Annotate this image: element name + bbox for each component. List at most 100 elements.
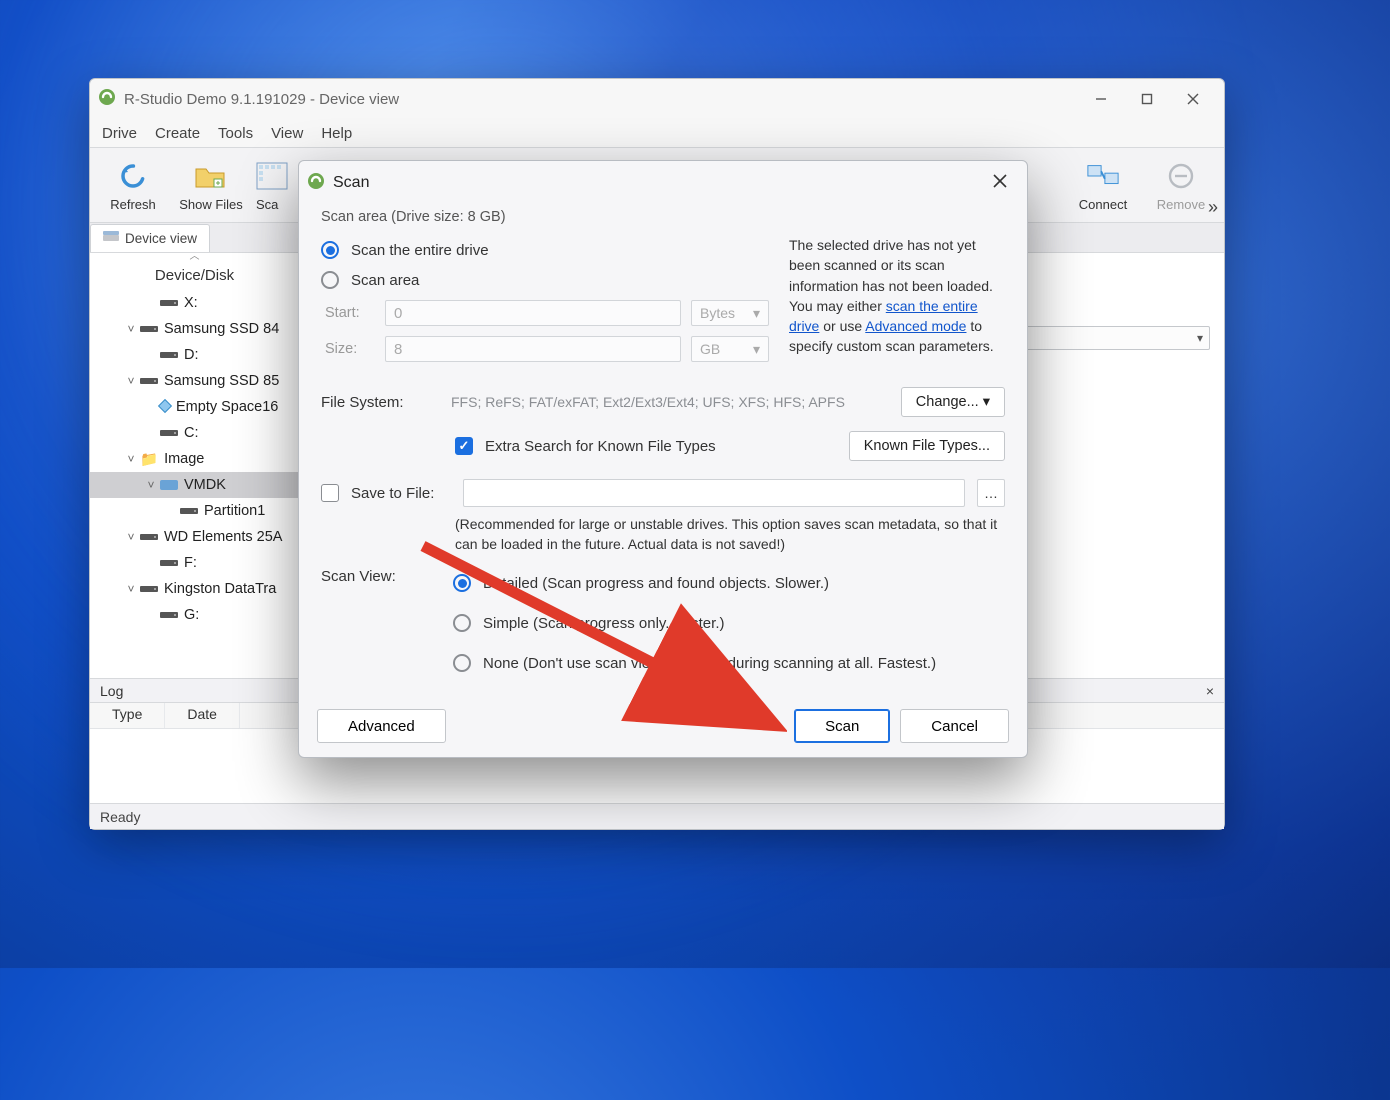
- start-unit-select[interactable]: Bytes▾: [691, 300, 769, 326]
- start-input[interactable]: 0: [385, 300, 681, 326]
- remove-icon: [1164, 159, 1198, 193]
- tree-row-label: Samsung SSD 84: [164, 321, 279, 337]
- radio-scanview-none-label: None (Don't use scan view progress durin…: [483, 655, 936, 672]
- size-input[interactable]: 8: [385, 336, 681, 362]
- tree-row[interactable]: ˅📁Image: [90, 446, 299, 472]
- log-close-button[interactable]: ×: [1206, 683, 1214, 699]
- checkbox-extra-search[interactable]: [455, 437, 473, 455]
- titlebar: R-Studio Demo 9.1.191029 - Device view: [90, 79, 1224, 119]
- tree-scroll-up[interactable]: ︿: [90, 253, 299, 261]
- menu-help[interactable]: Help: [321, 125, 352, 142]
- change-filesystem-button[interactable]: Change... ▾: [901, 387, 1005, 417]
- cancel-button[interactable]: Cancel: [900, 709, 1009, 743]
- tree-row[interactable]: ˅Samsung SSD 85: [90, 368, 299, 394]
- drive-icon: [140, 323, 158, 335]
- scan-view-label: Scan View:: [321, 568, 441, 585]
- radio-scan-entire[interactable]: [321, 241, 339, 259]
- tree-row-label: D:: [184, 347, 199, 363]
- save-to-file-label: Save to File:: [351, 485, 451, 502]
- app-icon: [98, 88, 116, 111]
- drive-icon: [160, 297, 178, 309]
- dialog-close-button[interactable]: [983, 170, 1017, 197]
- device-view-icon: [103, 231, 119, 246]
- folder-icon: 📁: [140, 451, 158, 468]
- menu-tools[interactable]: Tools: [218, 125, 253, 142]
- filesystem-value: FFS; ReFS; FAT/exFAT; Ext2/Ext3/Ext4; UF…: [451, 394, 891, 410]
- size-unit-select[interactable]: GB ▾: [691, 336, 769, 362]
- save-file-input[interactable]: [463, 479, 965, 507]
- tree-row[interactable]: ˅VMDK: [90, 472, 299, 498]
- menu-drive[interactable]: Drive: [102, 125, 137, 142]
- tree-header: Device/Disk: [90, 261, 299, 290]
- radio-scan-entire-label: Scan the entire drive: [351, 242, 489, 259]
- radio-scanview-none[interactable]: [453, 654, 471, 672]
- drive-icon: [140, 531, 158, 543]
- radio-scanview-simple-label: Simple (Scan progress only. Faster.): [483, 615, 724, 632]
- tree-row[interactable]: X:: [90, 290, 299, 316]
- scan-info-text: The selected drive has not yet been scan…: [789, 235, 1005, 367]
- advanced-button[interactable]: Advanced: [317, 709, 446, 743]
- start-unit-value: Bytes: [700, 305, 735, 321]
- menu-create[interactable]: Create: [155, 125, 200, 142]
- known-file-types-button[interactable]: Known File Types...: [849, 431, 1005, 461]
- tree-row-label: Image: [164, 451, 204, 467]
- size-unit-value: GB: [700, 341, 720, 357]
- device-tree[interactable]: X: ˅Samsung SSD 84 D: ˅Samsung SSD 85 Empty …: [90, 290, 299, 628]
- tree-row[interactable]: ˅Samsung SSD 84: [90, 316, 299, 342]
- toolbar-show-files[interactable]: Show Files: [172, 150, 250, 220]
- radio-scan-area[interactable]: [321, 271, 339, 289]
- menubar: Drive Create Tools View Help: [90, 119, 1224, 147]
- toolbar-scan[interactable]: Sca: [250, 150, 290, 220]
- checkbox-extra-search-label: Extra Search for Known File Types: [485, 438, 716, 455]
- log-col-type[interactable]: Type: [90, 703, 165, 728]
- toolbar-overflow[interactable]: »: [1208, 197, 1218, 218]
- tab-device-view[interactable]: Device view: [90, 224, 210, 252]
- folder-open-icon: [194, 159, 228, 193]
- scan-dialog: Scan Scan area (Drive size: 8 GB) Scan t…: [298, 160, 1028, 758]
- tree-row-label: C:: [184, 425, 199, 441]
- tree-row[interactable]: Partition1: [90, 498, 299, 524]
- menu-view[interactable]: View: [271, 125, 303, 142]
- drive-icon: [160, 427, 178, 439]
- checkbox-save-to-file[interactable]: [321, 484, 339, 502]
- chevron-down-icon: ▾: [1197, 331, 1203, 345]
- log-col-date[interactable]: Date: [165, 703, 240, 728]
- tree-row[interactable]: C:: [90, 420, 299, 446]
- radio-scan-area-label: Scan area: [351, 272, 419, 289]
- link-advanced-mode[interactable]: Advanced mode: [865, 318, 966, 334]
- app-icon: [307, 172, 325, 195]
- status-text: Ready: [100, 809, 140, 825]
- drive-icon: [180, 505, 198, 517]
- close-button[interactable]: [1170, 83, 1216, 115]
- drive-icon: [140, 583, 158, 595]
- tree-row[interactable]: G:: [90, 602, 299, 628]
- tree-row[interactable]: ˅Kingston DataTra: [90, 576, 299, 602]
- maximize-button[interactable]: [1124, 83, 1170, 115]
- scan-button[interactable]: Scan: [794, 709, 890, 743]
- tab-device-view-label: Device view: [125, 231, 197, 246]
- toolbar-connect-label: Connect: [1079, 197, 1127, 212]
- radio-scanview-detailed-label: Detailed (Scan progress and found object…: [483, 575, 829, 592]
- tree-row[interactable]: Empty Space16: [90, 394, 299, 420]
- browse-button[interactable]: …: [977, 479, 1005, 507]
- dialog-titlebar: Scan: [299, 161, 1027, 205]
- tree-row-label: Kingston DataTra: [164, 581, 276, 597]
- toolbar-refresh-label: Refresh: [110, 197, 156, 212]
- empty-space-icon: [158, 399, 172, 413]
- tree-row-label: Empty Space16: [176, 399, 278, 415]
- tree-row-label: X:: [184, 295, 198, 311]
- toolbar-connect[interactable]: Connect: [1064, 150, 1142, 220]
- start-value: 0: [394, 305, 402, 322]
- chevron-down-icon: ▾: [753, 341, 760, 358]
- toolbar-refresh[interactable]: Refresh: [94, 150, 172, 220]
- radio-scanview-simple[interactable]: [453, 614, 471, 632]
- tree-row[interactable]: ˅WD Elements 25A: [90, 524, 299, 550]
- minimize-button[interactable]: [1078, 83, 1124, 115]
- radio-scanview-detailed[interactable]: [453, 574, 471, 592]
- scan-grid-icon: [256, 159, 290, 193]
- tree-row[interactable]: D:: [90, 342, 299, 368]
- tree-row[interactable]: F:: [90, 550, 299, 576]
- toolbar-remove-label: Remove: [1157, 197, 1205, 212]
- tree-row-label: F:: [184, 555, 197, 571]
- window-title: R-Studio Demo 9.1.191029 - Device view: [124, 91, 1078, 108]
